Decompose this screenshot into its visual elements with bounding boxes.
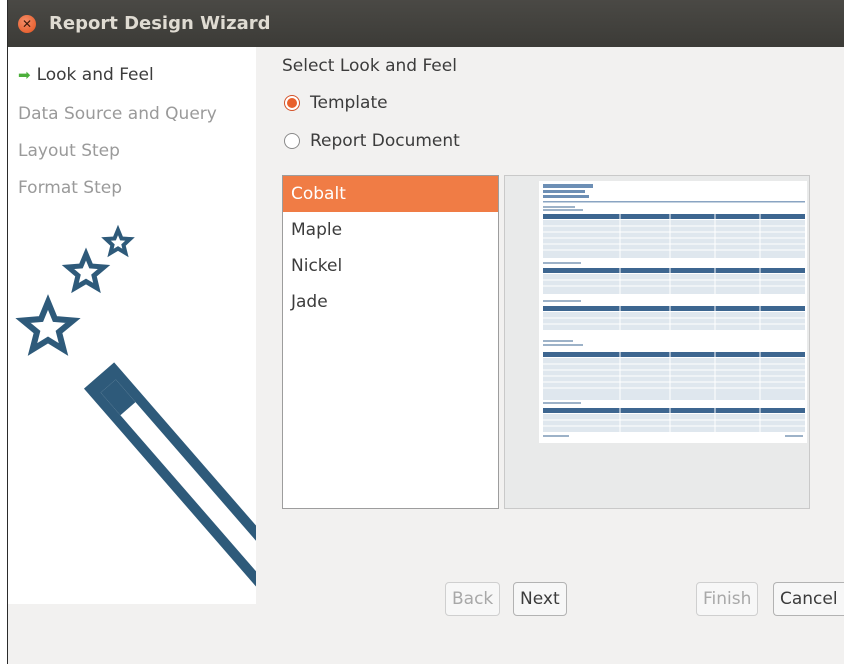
window-title: Report Design Wizard xyxy=(49,13,271,34)
radio-unchecked-icon[interactable] xyxy=(284,133,300,149)
back-button[interactable]: Back xyxy=(445,582,501,616)
cancel-button[interactable]: Cancel xyxy=(773,582,844,616)
close-icon[interactable]: ✕ xyxy=(18,14,36,33)
radio-label: Template xyxy=(310,93,388,113)
template-item-jade[interactable]: Jade xyxy=(283,284,498,320)
radio-label: Report Document xyxy=(310,131,460,151)
template-item-cobalt[interactable]: Cobalt xyxy=(283,176,498,212)
wizard-window: ✕ Report Design Wizard ➡ Look and Feel Da… xyxy=(7,0,844,664)
finish-button[interactable]: Finish xyxy=(696,582,759,616)
wizard-steps-sidebar: ➡ Look and Feel Data Source and Query Lay… xyxy=(8,47,256,604)
template-item-maple[interactable]: Maple xyxy=(283,212,498,248)
star-icon xyxy=(15,224,135,356)
template-list[interactable]: Cobalt Maple Nickel Jade xyxy=(282,175,499,509)
magic-wand-illustration xyxy=(15,224,256,604)
section-heading: Select Look and Feel xyxy=(282,56,457,76)
report-thumbnail-image xyxy=(539,181,807,443)
template-radio-option[interactable]: Template xyxy=(284,93,388,113)
next-button[interactable]: Next xyxy=(513,582,567,616)
radio-checked-icon[interactable] xyxy=(284,95,300,111)
report-document-radio-option[interactable]: Report Document xyxy=(284,131,460,151)
template-preview xyxy=(504,175,810,509)
wand-icon xyxy=(83,362,256,604)
look-and-feel-panel: Select Look and Feel Template Report Doc… xyxy=(256,47,844,604)
template-item-nickel[interactable]: Nickel xyxy=(283,248,498,284)
title-bar: ✕ Report Design Wizard xyxy=(8,0,844,47)
